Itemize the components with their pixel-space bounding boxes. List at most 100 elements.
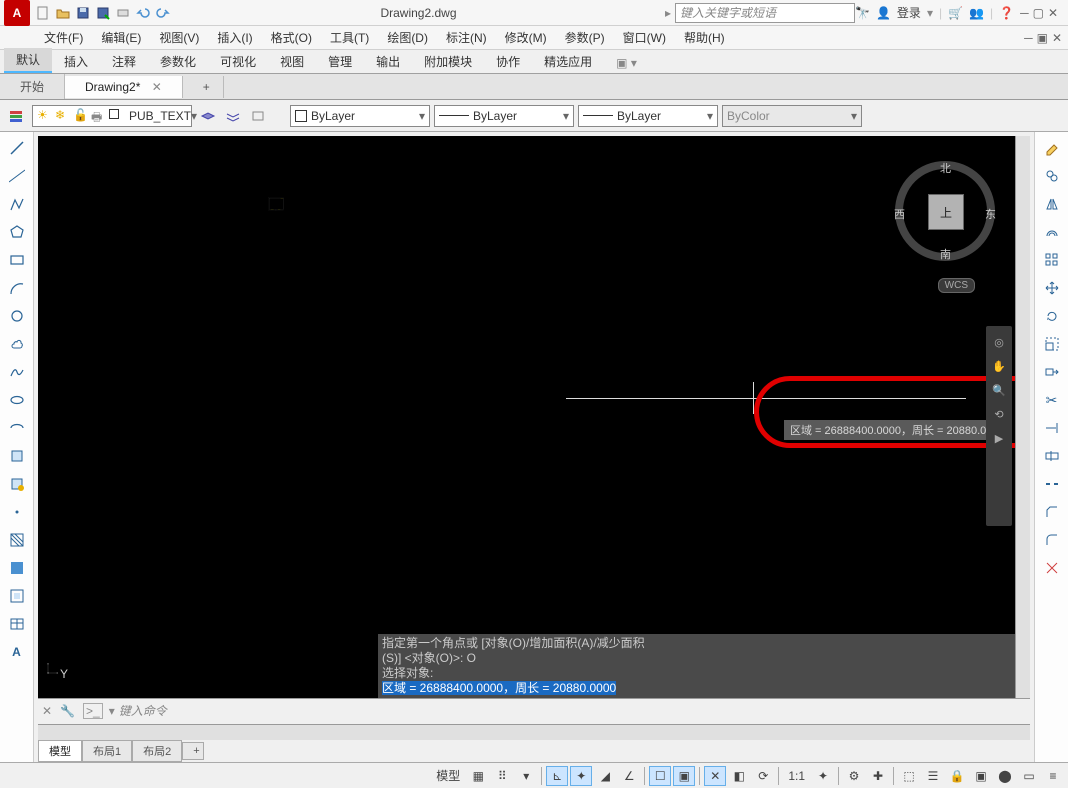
undo-icon[interactable] [134, 4, 152, 22]
mirror-tool-icon[interactable] [1038, 192, 1066, 216]
cart-icon[interactable]: 🛒 [948, 6, 963, 20]
menu-view[interactable]: 视图(V) [151, 27, 207, 48]
ribbon-tab-output[interactable]: 输出 [364, 50, 412, 73]
layer-properties-icon[interactable] [4, 104, 28, 128]
status-isolate-icon[interactable]: ▣ [970, 766, 992, 786]
move-tool-icon[interactable] [1038, 276, 1066, 300]
doc-tab-active[interactable]: Drawing2* ✕ [65, 76, 183, 98]
nav-showmotion-icon[interactable]: ▶ [989, 428, 1009, 448]
status-transparency-icon[interactable]: ◧ [728, 766, 750, 786]
doc-tab-start[interactable]: 开始 [0, 74, 65, 99]
horizontal-scrollbar[interactable] [38, 724, 1030, 740]
layer-iso-icon[interactable] [221, 104, 245, 128]
new-icon[interactable] [34, 4, 52, 22]
status-lwt-icon[interactable]: ✕ [704, 766, 726, 786]
ribbon-tab-manage[interactable]: 管理 [316, 50, 364, 73]
doc-tab-close-icon[interactable]: ✕ [152, 80, 162, 94]
block-make-icon[interactable] [3, 472, 31, 496]
rotate-tool-icon[interactable] [1038, 304, 1066, 328]
chamfer-tool-icon[interactable] [1038, 500, 1066, 524]
status-clean-icon[interactable]: ▭ [1018, 766, 1040, 786]
model-tab-layout1[interactable]: 布局1 [82, 740, 132, 762]
nav-west[interactable]: 西 [894, 206, 905, 222]
exchange-icon[interactable]: 👥 [969, 6, 984, 20]
ribbon-tab-parametric[interactable]: 参数化 [148, 50, 208, 73]
status-ortho-icon[interactable]: ⊾ [546, 766, 568, 786]
ribbon-tab-view[interactable]: 视图 [268, 50, 316, 73]
plotstyle-combo[interactable]: ByColor [722, 105, 862, 127]
status-lock-ui-icon[interactable]: 🔒 [946, 766, 968, 786]
status-3dosnap-icon[interactable]: ▣ [673, 766, 695, 786]
app-logo[interactable]: A [4, 0, 30, 26]
explode-tool-icon[interactable] [1038, 556, 1066, 580]
join-tool-icon[interactable] [1038, 472, 1066, 496]
status-qprops-icon[interactable]: ☰ [922, 766, 944, 786]
ribbon-tab-collaborate[interactable]: 协作 [484, 50, 532, 73]
search-binoculars-icon[interactable]: 🔭 [855, 6, 870, 20]
ribbon-tab-annotate[interactable]: 注释 [100, 50, 148, 73]
nav-pan-icon[interactable]: ✋ [989, 356, 1009, 376]
mdi-close-icon[interactable]: ✕ [1052, 31, 1062, 45]
nav-north[interactable]: 北 [940, 160, 951, 176]
status-osnap-icon[interactable]: ☐ [649, 766, 671, 786]
revcloud-tool-icon[interactable] [3, 332, 31, 356]
help-icon[interactable]: ❓ [999, 6, 1014, 20]
status-otrack-icon[interactable]: ∠ [618, 766, 640, 786]
table-tool-icon[interactable] [3, 612, 31, 636]
mdi-restore-icon[interactable]: ▣ [1037, 31, 1048, 45]
menu-edit[interactable]: 编辑(E) [93, 27, 149, 48]
status-workspace-icon[interactable]: ⚙ [843, 766, 865, 786]
break-tool-icon[interactable] [1038, 444, 1066, 468]
doc-tab-new[interactable]: + [183, 76, 224, 98]
layer-states-icon[interactable] [196, 104, 220, 128]
menu-dimension[interactable]: 标注(N) [438, 27, 495, 48]
fillet-tool-icon[interactable] [1038, 528, 1066, 552]
nav-wheel-icon[interactable]: ◎ [989, 332, 1009, 352]
rectangle-tool-icon[interactable] [3, 248, 31, 272]
nav-south[interactable]: 南 [940, 246, 951, 262]
circle-tool-icon[interactable] [3, 304, 31, 328]
menu-help[interactable]: 帮助(H) [676, 27, 733, 48]
status-iso-icon[interactable]: ◢ [594, 766, 616, 786]
copy-tool-icon[interactable] [1038, 164, 1066, 188]
vertical-scrollbar[interactable] [1015, 136, 1030, 698]
view-cube[interactable]: 北 南 东 西 上 [890, 156, 1000, 266]
menu-tools[interactable]: 工具(T) [322, 27, 377, 48]
wcs-badge[interactable]: WCS [938, 278, 975, 293]
user-icon[interactable]: 👤 [876, 6, 891, 20]
color-combo[interactable]: ByLayer [290, 105, 430, 127]
status-cycling-icon[interactable]: ⟳ [752, 766, 774, 786]
menu-insert[interactable]: 插入(I) [209, 27, 260, 48]
nav-top[interactable]: 上 [928, 194, 964, 230]
ribbon-tab-featured[interactable]: 精选应用 [532, 50, 604, 73]
status-more-icon[interactable]: ▾ [515, 766, 537, 786]
line-tool-icon[interactable] [3, 136, 31, 160]
trim-tool-icon[interactable]: ✂ [1038, 388, 1066, 412]
lineweight-combo[interactable]: ByLayer [578, 105, 718, 127]
xline-tool-icon[interactable] [3, 164, 31, 188]
status-snap-icon[interactable]: ⠿ [491, 766, 513, 786]
status-model-button[interactable]: 模型 [431, 766, 465, 786]
extend-tool-icon[interactable] [1038, 416, 1066, 440]
gradient-tool-icon[interactable] [3, 556, 31, 580]
status-scale-button[interactable]: 1:1 [783, 766, 810, 786]
ribbon-tab-default[interactable]: 默认 [4, 48, 52, 73]
status-grid-icon[interactable]: ▦ [467, 766, 489, 786]
status-polar-icon[interactable]: ✦ [570, 766, 592, 786]
layer-combo[interactable]: ☀ ❄ 🔓 🖶 PUB_TEXT [32, 105, 192, 127]
model-tab-model[interactable]: 模型 [38, 740, 82, 762]
login-link[interactable]: 登录 [897, 4, 921, 21]
stretch-tool-icon[interactable] [1038, 360, 1066, 384]
text-tool-icon[interactable]: A [3, 640, 31, 664]
command-input[interactable]: 键入命令 [119, 702, 167, 719]
menu-modify[interactable]: 修改(M) [497, 27, 555, 48]
menu-file[interactable]: 文件(F) [36, 27, 91, 48]
ribbon-tab-expand[interactable]: ▣ ▾ [604, 53, 649, 73]
array-tool-icon[interactable] [1038, 248, 1066, 272]
ribbon-tab-insert[interactable]: 插入 [52, 50, 100, 73]
model-tab-add[interactable]: + [182, 742, 204, 760]
region-tool-icon[interactable] [3, 584, 31, 608]
nav-zoom-icon[interactable]: 🔍 [989, 380, 1009, 400]
maximize-icon[interactable]: ▢ [1033, 6, 1044, 20]
layer-walk-icon[interactable] [246, 104, 270, 128]
